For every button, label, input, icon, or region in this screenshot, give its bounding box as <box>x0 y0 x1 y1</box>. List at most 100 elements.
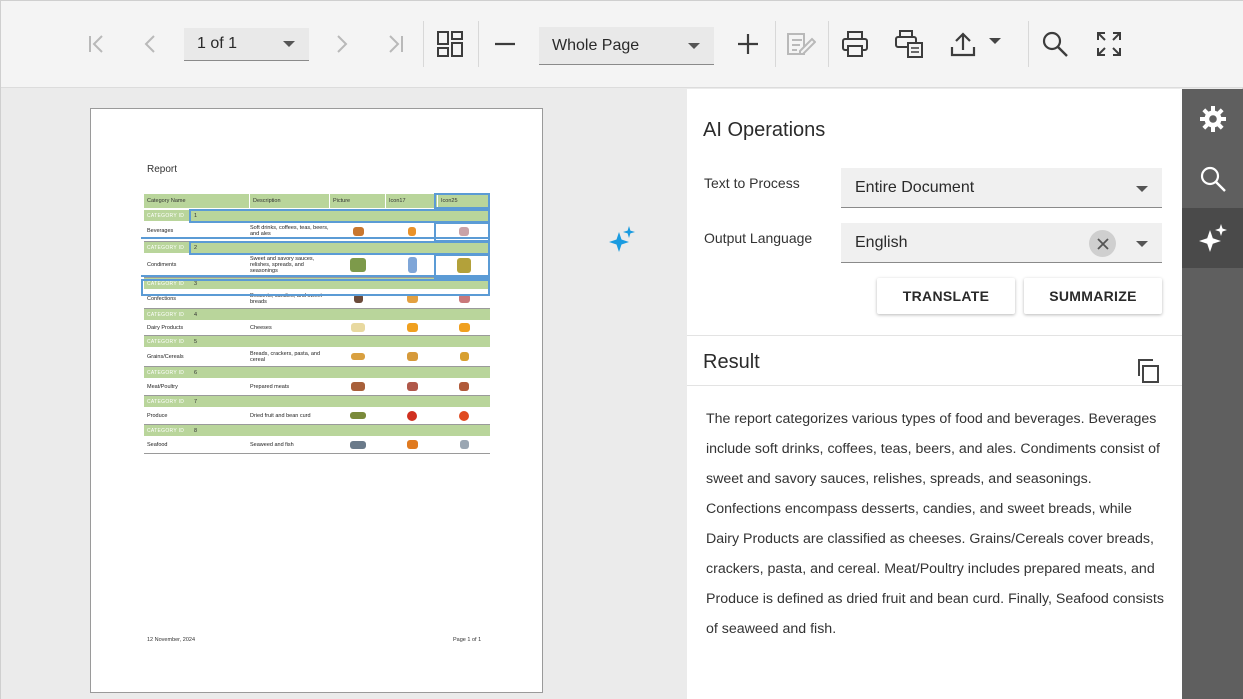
viewer-toolbar: 1 of 1 Whole Page <box>1 1 1243 88</box>
dairy-picture-icon <box>351 323 365 332</box>
category-label: CATEGORY ID <box>147 212 185 219</box>
column-header: Description <box>250 194 330 208</box>
report-footer-date: 12 November, 2024 <box>147 637 196 643</box>
condiments-picture-icon <box>350 258 366 272</box>
picture-cell <box>330 440 386 449</box>
export-dropdown-caret-icon[interactable] <box>989 38 1001 44</box>
category-name: Seafood <box>147 441 168 448</box>
report-footer-page: Page 1 of 1 <box>453 637 482 643</box>
icon17-cell <box>386 382 438 391</box>
search-button[interactable] <box>1035 25 1075 63</box>
text-to-process-select[interactable]: Entire Document <box>841 168 1162 208</box>
category-id: 2 <box>194 244 198 251</box>
icon25-cell <box>438 440 490 449</box>
category-label: CATEGORY ID <box>147 398 185 405</box>
jar-icon <box>457 257 471 273</box>
properties-tab[interactable] <box>1182 89 1243 149</box>
pie-slice-icon <box>458 294 470 303</box>
right-sidebar <box>1182 89 1243 699</box>
report-table: Category Name Description Picture Icon17… <box>144 194 490 454</box>
drumstick-icon <box>459 382 469 391</box>
clear-button[interactable] <box>1089 230 1116 257</box>
edit-fields-button[interactable] <box>781 25 821 63</box>
zoom-selector-value: Whole Page <box>552 36 640 54</box>
icon25-cell <box>438 323 490 332</box>
text-to-process-value: Entire Document <box>855 178 975 196</box>
page-selector-value: 1 of 1 <box>197 35 238 52</box>
icon25-cell <box>438 410 490 421</box>
copy-button[interactable] <box>1134 357 1162 385</box>
first-page-button[interactable] <box>76 25 116 63</box>
ai-operations-title: AI Operations <box>703 119 826 141</box>
page-selector[interactable]: 1 of 1 <box>184 28 309 61</box>
category-description: Seaweed and fish <box>250 441 294 448</box>
cake-slice-icon <box>406 294 418 303</box>
next-page-button[interactable] <box>322 25 362 63</box>
column-header: Icon17 <box>386 194 438 208</box>
picture-cell <box>330 323 386 332</box>
category-group-header: CATEGORY ID 4 <box>144 309 490 320</box>
icon17-cell <box>386 440 438 449</box>
search-tab[interactable] <box>1182 149 1243 209</box>
category-id: 8 <box>194 427 198 434</box>
edit-document-icon <box>787 33 816 55</box>
print-page-button[interactable] <box>889 25 929 63</box>
confections-picture-icon <box>353 294 363 303</box>
translate-button[interactable]: TRANSLATE <box>877 278 1015 314</box>
category-description: Prepared meats <box>250 383 290 390</box>
multipage-toggle-button[interactable] <box>430 25 470 63</box>
category-group-header: CATEGORY ID 5 <box>144 336 490 347</box>
ai-operations-panel: AI Operations Text to Process Entire Doc… <box>687 89 1182 699</box>
beverage-glass-icon <box>408 226 416 236</box>
beverages-picture-icon <box>352 226 364 236</box>
table-row: Seafood Seaweed and fish <box>144 436 490 454</box>
document-viewer[interactable]: Report Category Name Description Picture… <box>1 89 687 699</box>
chevron-left-icon <box>144 35 155 53</box>
last-page-button[interactable] <box>376 25 416 63</box>
zoom-selector[interactable]: Whole Page <box>539 27 714 65</box>
category-name: Confections <box>147 295 177 302</box>
section-divider <box>687 385 1182 386</box>
output-language-select[interactable]: English <box>841 223 1162 263</box>
report-page[interactable]: Report Category Name Description Picture… <box>90 108 635 693</box>
chevron-down-icon <box>1136 186 1148 192</box>
icon17-cell <box>386 352 438 361</box>
zoom-out-button[interactable] <box>485 25 525 63</box>
category-description: Dried fruit and bean curd <box>250 412 311 419</box>
zoom-in-button[interactable] <box>728 25 768 63</box>
icon25-cell <box>438 382 490 391</box>
icon25-cell <box>438 352 490 361</box>
category-id: 6 <box>194 369 198 376</box>
result-text: The report categorizes various types of … <box>706 411 1164 637</box>
picture-cell <box>330 382 386 391</box>
category-id: 1 <box>194 212 198 219</box>
category-id: 4 <box>194 311 198 318</box>
chevron-right-icon <box>337 35 348 53</box>
search-icon <box>1200 166 1226 192</box>
picture-cell <box>330 353 386 360</box>
meat-picture-icon <box>351 382 365 391</box>
export-button[interactable] <box>943 25 983 63</box>
category-description: Breads, crackers, pasta, and cereal <box>250 350 321 363</box>
multipage-icon <box>437 31 463 57</box>
category-label: CATEGORY ID <box>147 369 185 376</box>
table-row: Confections Desserts, candies, and sweet… <box>144 289 490 309</box>
icon17-cell <box>386 294 438 303</box>
fullscreen-button[interactable] <box>1089 25 1129 63</box>
category-group-header: CATEGORY ID 2 <box>144 242 490 253</box>
previous-page-button[interactable] <box>130 25 170 63</box>
ham-icon <box>406 382 418 391</box>
result-title: Result <box>703 351 760 373</box>
print-button[interactable] <box>835 25 875 63</box>
category-name: Produce <box>147 412 168 419</box>
ai-sparkle-marker-icon[interactable] <box>607 224 637 259</box>
category-label: CATEGORY ID <box>147 338 185 345</box>
gear-icon <box>1200 106 1226 132</box>
text-to-process-label: Text to Process <box>704 175 800 191</box>
summarize-button[interactable]: SUMMARIZE <box>1024 278 1162 314</box>
minus-icon <box>495 42 515 46</box>
toolbar-divider <box>423 21 424 67</box>
ai-operations-tab[interactable] <box>1182 208 1243 268</box>
category-label: CATEGORY ID <box>147 280 185 287</box>
category-label: CATEGORY ID <box>147 311 185 318</box>
